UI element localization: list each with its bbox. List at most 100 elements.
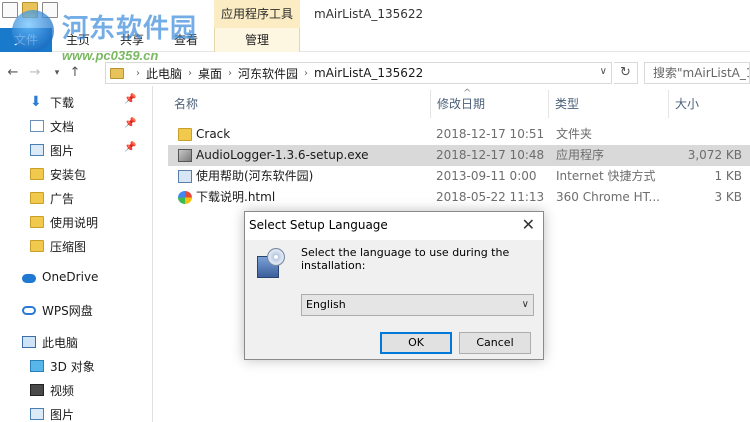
breadcrumb-chevron-icon: ›: [136, 67, 140, 79]
sidebar-item-documents[interactable]: 文档 📌: [0, 114, 148, 138]
file-name: 使用帮助(河东软件园): [196, 169, 314, 183]
quick-access-toolbar: [2, 2, 58, 18]
file-size: 3 KB: [714, 190, 742, 204]
ribbon-tabs: 文件 主页 共享 查看 管理: [0, 28, 750, 52]
breadcrumb-current-folder[interactable]: mAirListA_135622: [314, 66, 423, 80]
sidebar-item-this-pc[interactable]: 此电脑: [0, 330, 148, 354]
pin-icon: 📌: [124, 94, 137, 105]
tab-view[interactable]: 查看: [174, 28, 198, 52]
column-headers: ^ 名称 修改日期 类型 大小: [168, 88, 750, 118]
computer-icon: [22, 336, 36, 348]
file-type: 360 Chrome HT...: [556, 190, 660, 204]
installer-disc-shape: [267, 248, 285, 266]
breadcrumb-desktop[interactable]: 桌面: [198, 65, 222, 82]
file-date: 2018-05-22 11:13: [436, 190, 545, 204]
address-bar[interactable]: › 此电脑 › 桌面 › 河东软件园 › mAirListA_135622 ∨: [105, 62, 612, 84]
picture-icon: [30, 144, 44, 156]
file-name: AudioLogger-1.3.6-setup.exe: [196, 148, 369, 162]
file-date: 2018-12-17 10:51: [436, 127, 545, 141]
sidebar-item-wps-cloud[interactable]: WPS网盘: [0, 298, 148, 322]
file-type: 应用程序: [556, 148, 605, 162]
html-file-icon: [178, 191, 192, 204]
recent-locations-chevron-icon[interactable]: ▾: [48, 64, 66, 82]
sidebar-item-compressed[interactable]: 压缩图: [0, 234, 148, 258]
folder-icon: [30, 168, 44, 180]
tab-manage[interactable]: 管理: [214, 28, 300, 52]
folder-icon: [30, 240, 44, 252]
internet-shortcut-icon: [178, 170, 192, 183]
file-name: Crack: [196, 127, 231, 141]
folder-icon: [30, 216, 44, 228]
customize-toolbar-icon[interactable]: [42, 2, 58, 18]
folder-icon: [110, 67, 124, 79]
pin-icon: 📌: [124, 142, 137, 153]
file-type: Internet 快捷方式: [556, 169, 656, 183]
sidebar-item-ads[interactable]: 广告: [0, 186, 148, 210]
setup-language-dialog: Select Setup Language ✕ Select the langu…: [244, 211, 544, 360]
file-size: [674, 124, 742, 145]
properties-icon[interactable]: [2, 2, 18, 18]
breadcrumb-hedong[interactable]: 河东软件园: [238, 65, 298, 82]
column-header-date[interactable]: 修改日期: [430, 90, 548, 118]
file-date: 2013-09-11 0:00: [436, 169, 537, 183]
new-folder-icon[interactable]: [22, 2, 38, 18]
navigation-bar: ← → ▾ ↑ › 此电脑 › 桌面 › 河东软件园 › mAirListA_1…: [0, 60, 750, 86]
ok-button[interactable]: OK: [380, 332, 452, 354]
pane-divider[interactable]: [152, 86, 153, 422]
forward-arrow-icon[interactable]: →: [26, 64, 44, 82]
back-arrow-icon[interactable]: ←: [4, 64, 22, 82]
title-bar: 应用程序工具 mAirListA_135622: [0, 0, 750, 28]
table-row[interactable]: Crack 2018-12-17 10:51 文件夹: [168, 124, 750, 145]
file-type: 文件夹: [556, 127, 593, 141]
tab-file[interactable]: 文件: [0, 28, 52, 52]
refresh-icon[interactable]: ↻: [614, 62, 638, 84]
context-tab-group-label: 应用程序工具: [214, 0, 300, 28]
cloud-icon: [22, 274, 36, 283]
video-icon: [30, 384, 44, 396]
breadcrumb-this-pc[interactable]: 此电脑: [146, 65, 182, 82]
sidebar-item-videos[interactable]: 视频: [0, 378, 148, 402]
setup-installer-icon: [255, 248, 285, 280]
sidebar-item-installers[interactable]: 安装包: [0, 162, 148, 186]
column-header-type[interactable]: 类型: [548, 90, 668, 118]
navigation-pane: ⬇ 下载 📌 文档 📌 图片 📌 安装包 广告 使用说明 压缩图 OneDriv…: [0, 86, 148, 422]
file-date: 2018-12-17 10:48: [436, 148, 545, 162]
breadcrumb: › 此电脑 › 桌面 › 河东软件园 › mAirListA_135622: [130, 65, 423, 82]
cancel-button[interactable]: Cancel: [459, 332, 531, 354]
table-row[interactable]: 使用帮助(河东软件园) 2013-09-11 0:00 Internet 快捷方…: [168, 166, 750, 187]
file-size: 3,072 KB: [687, 148, 742, 162]
table-row[interactable]: 下载说明.html 2018-05-22 11:13 360 Chrome HT…: [168, 187, 750, 208]
search-input[interactable]: 搜索"mAirListA_135622": [644, 62, 750, 84]
window-title: mAirListA_135622: [314, 7, 424, 21]
file-name: 下载说明.html: [196, 190, 276, 204]
dialog-title-bar[interactable]: Select Setup Language ✕: [245, 212, 543, 240]
tab-home[interactable]: 主页: [66, 28, 90, 52]
dialog-message: Select the language to use during the in…: [301, 246, 510, 272]
breadcrumb-chevron-icon: ›: [304, 67, 309, 79]
up-arrow-icon[interactable]: ↑: [66, 64, 84, 82]
chevron-down-icon: ∨: [521, 299, 529, 310]
breadcrumb-chevron-icon: ›: [228, 67, 233, 79]
download-arrow-icon: ⬇: [30, 94, 42, 110]
table-row[interactable]: AudioLogger-1.3.6-setup.exe 2018-12-17 1…: [168, 145, 750, 166]
3d-objects-icon: [30, 360, 44, 372]
address-dropdown-chevron-icon[interactable]: ∨: [600, 66, 607, 77]
language-select[interactable]: English ∨: [301, 294, 534, 316]
column-header-name[interactable]: 名称: [168, 90, 430, 118]
sidebar-item-instructions[interactable]: 使用说明: [0, 210, 148, 234]
column-header-size[interactable]: 大小: [668, 90, 750, 118]
sidebar-item-downloads[interactable]: ⬇ 下载 📌: [0, 90, 148, 114]
sidebar-item-pictures-pc[interactable]: 图片: [0, 402, 148, 422]
folder-icon: [178, 128, 192, 141]
sidebar-item-pictures[interactable]: 图片 📌: [0, 138, 148, 162]
wps-cloud-icon: [22, 306, 36, 315]
installer-icon: [178, 149, 192, 162]
language-select-value: English: [306, 298, 346, 311]
sidebar-item-onedrive[interactable]: OneDrive: [0, 266, 148, 290]
close-icon[interactable]: ✕: [522, 216, 535, 234]
sidebar-item-3d-objects[interactable]: 3D 对象: [0, 354, 148, 378]
tab-share[interactable]: 共享: [120, 28, 144, 52]
breadcrumb-chevron-icon: ›: [188, 67, 193, 79]
folder-icon: [30, 192, 44, 204]
picture-icon: [30, 408, 44, 420]
